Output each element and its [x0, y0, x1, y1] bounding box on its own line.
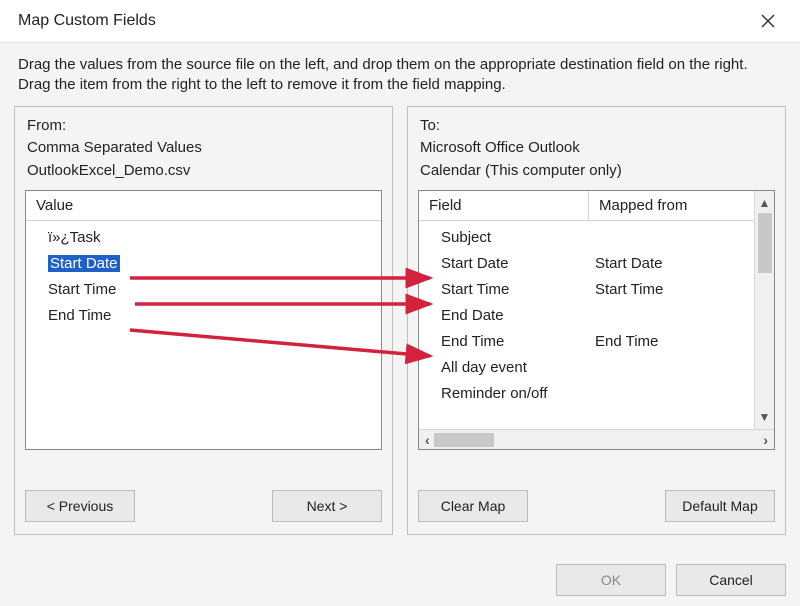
from-source-type: Comma Separated Values — [27, 137, 380, 160]
next-button[interactable]: Next > — [272, 490, 382, 522]
default-map-button[interactable]: Default Map — [665, 490, 775, 522]
to-panel-header: To: Microsoft Office Outlook Calendar (T… — [418, 113, 775, 189]
vertical-scrollbar[interactable]: ▲ ▼ — [754, 191, 774, 429]
table-row[interactable]: Subject — [419, 225, 754, 251]
dialog-body: Drag the values from the source file on … — [0, 42, 800, 606]
to-listbox[interactable]: Field Mapped from Subject Start Date Sta… — [418, 190, 775, 450]
from-panel: From: Comma Separated Values OutlookExce… — [14, 106, 393, 536]
hscroll-thumb[interactable] — [434, 433, 494, 447]
window-title: Map Custom Fields — [18, 12, 156, 30]
dialog-footer: OK Cancel — [556, 564, 786, 596]
table-row[interactable]: All day event — [419, 355, 754, 381]
from-listbox[interactable]: Value ï»¿Task Start Date Start Time End … — [25, 190, 382, 450]
panels-container: From: Comma Separated Values OutlookExce… — [14, 106, 786, 536]
table-row[interactable]: Reminder on/off — [419, 381, 754, 407]
table-row[interactable]: End Date — [419, 303, 754, 329]
to-panel-buttons: Clear Map Default Map — [418, 490, 775, 522]
from-list-rows: ï»¿Task Start Date Start Time End Time — [26, 221, 381, 333]
scroll-right-icon[interactable]: › — [763, 432, 768, 448]
from-column-header: Value — [26, 191, 381, 221]
from-panel-header: From: Comma Separated Values OutlookExce… — [25, 113, 382, 189]
table-row[interactable]: End Time End Time — [419, 329, 754, 355]
to-panel: To: Microsoft Office Outlook Calendar (T… — [407, 106, 786, 536]
scroll-thumb[interactable] — [758, 213, 772, 273]
instructions-text: Drag the values from the source file on … — [14, 53, 786, 106]
to-column-headers: Field Mapped from — [419, 191, 754, 221]
horizontal-scrollbar[interactable]: ‹ › — [419, 429, 774, 449]
scroll-left-icon[interactable]: ‹ — [425, 432, 430, 448]
to-col-mapped-header: Mapped from — [589, 191, 754, 220]
to-list-content: Field Mapped from Subject Start Date Sta… — [419, 191, 754, 429]
table-row[interactable]: Start Date Start Date — [419, 251, 754, 277]
to-dest-folder: Calendar (This computer only) — [420, 160, 773, 183]
to-list-rows: Subject Start Date Start Date Start Time… — [419, 221, 754, 429]
from-source-file: OutlookExcel_Demo.csv — [27, 160, 380, 183]
list-item[interactable]: Start Date — [26, 251, 381, 277]
list-item[interactable]: End Time — [26, 303, 381, 329]
list-item[interactable]: Start Time — [26, 277, 381, 303]
to-dest-app: Microsoft Office Outlook — [420, 137, 773, 160]
scroll-up-icon[interactable]: ▲ — [759, 195, 771, 211]
to-col-field-header: Field — [419, 191, 589, 220]
from-panel-buttons: < Previous Next > — [25, 490, 382, 522]
list-item[interactable]: ï»¿Task — [26, 225, 381, 251]
close-button[interactable] — [748, 5, 788, 37]
cancel-button[interactable]: Cancel — [676, 564, 786, 596]
clear-map-button[interactable]: Clear Map — [418, 490, 528, 522]
table-row[interactable]: Start Time Start Time — [419, 277, 754, 303]
from-label: From: — [27, 115, 380, 138]
ok-button[interactable]: OK — [556, 564, 666, 596]
close-icon — [761, 14, 775, 28]
scroll-down-icon[interactable]: ▼ — [759, 409, 771, 425]
previous-button[interactable]: < Previous — [25, 490, 135, 522]
titlebar: Map Custom Fields — [0, 0, 800, 42]
to-label: To: — [420, 115, 773, 138]
